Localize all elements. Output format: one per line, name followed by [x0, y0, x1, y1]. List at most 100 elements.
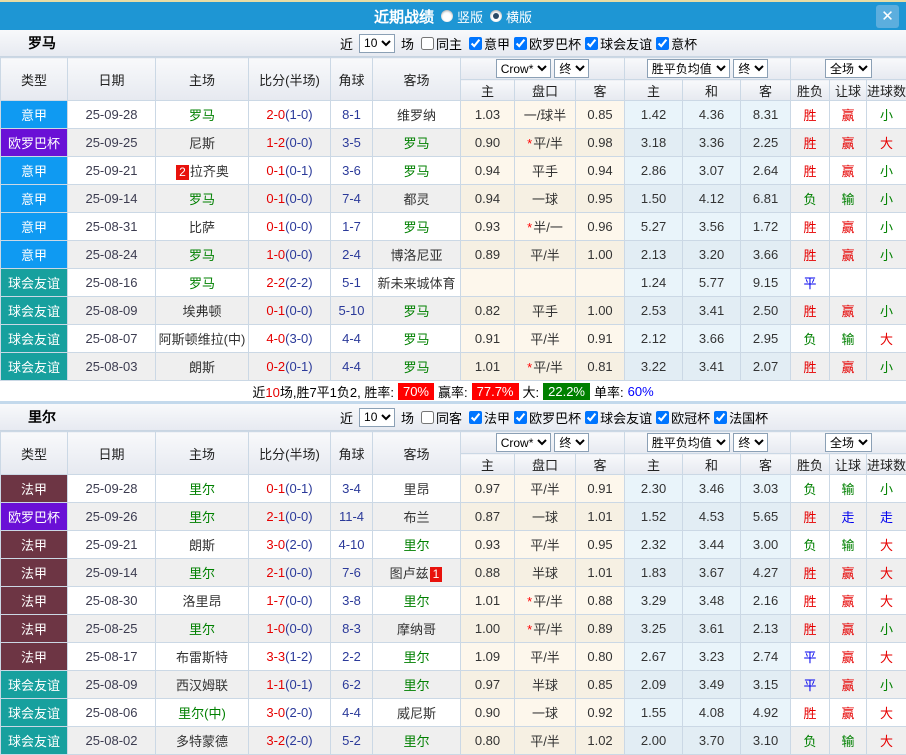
- avg-final-select[interactable]: 终: [733, 433, 768, 452]
- league-filter[interactable]: 法国杯: [710, 408, 768, 427]
- goals-result-cell: 小: [867, 157, 906, 185]
- handicap-cell: *平/半: [515, 129, 576, 157]
- vertical-layout-label[interactable]: 竖版: [457, 7, 483, 26]
- away-team-cell: 罗马: [373, 353, 461, 381]
- avg-final-select[interactable]: 终: [733, 59, 768, 78]
- home-odds-cell: 0.90: [461, 129, 515, 157]
- league-checkbox[interactable]: [514, 37, 527, 50]
- odds-final-select[interactable]: 终: [554, 433, 589, 452]
- league-filter[interactable]: 球会友谊: [581, 408, 652, 427]
- odds-company-select[interactable]: Crow*: [496, 433, 551, 452]
- same-venue-label[interactable]: 同主: [436, 34, 462, 53]
- away-team-cell: 罗马: [373, 157, 461, 185]
- league-filter[interactable]: 球会友谊: [581, 34, 652, 53]
- league-type-cell: 法甲: [1, 531, 68, 559]
- result-cell: 负: [791, 475, 830, 503]
- league-label[interactable]: 球会友谊: [600, 408, 652, 427]
- fullmatch-select[interactable]: 全场: [825, 433, 872, 452]
- halftime-score: (0-0): [285, 593, 312, 608]
- league-label[interactable]: 欧罗巴杯: [529, 34, 581, 53]
- league-checkbox[interactable]: [514, 411, 527, 424]
- match-count-select[interactable]: 10: [359, 408, 395, 427]
- fulltime-score: 1-0: [266, 247, 285, 262]
- league-checkbox[interactable]: [469, 37, 482, 50]
- avg-value-select[interactable]: 胜平负均值: [647, 59, 730, 78]
- home-team-cell: 阿斯顿维拉(中): [156, 325, 249, 353]
- league-label[interactable]: 法甲: [484, 408, 510, 427]
- league-label[interactable]: 法国杯: [729, 408, 768, 427]
- red-number-badge: 1: [430, 567, 443, 582]
- fulltime-score: 2-1: [266, 509, 285, 524]
- radio-checked-icon[interactable]: [490, 10, 502, 22]
- league-filter[interactable]: 欧冠杯: [652, 408, 710, 427]
- same-venue-checkbox[interactable]: [421, 37, 434, 50]
- odds-company-select[interactable]: Crow*: [496, 59, 551, 78]
- score-cell: 3-3(1-2): [249, 643, 331, 671]
- same-venue-filter[interactable]: 同主: [417, 34, 462, 53]
- league-label[interactable]: 球会友谊: [600, 34, 652, 53]
- score-cell: 0-1(0-0): [249, 185, 331, 213]
- league-filter[interactable]: 法甲: [465, 408, 510, 427]
- date-cell: 25-08-24: [68, 241, 156, 269]
- league-filter[interactable]: 欧罗巴杯: [510, 408, 581, 427]
- avg-value-select[interactable]: 胜平负均值: [647, 433, 730, 452]
- league-type-cell: 法甲: [1, 587, 68, 615]
- games-label: 场: [401, 34, 414, 53]
- league-checkbox[interactable]: [585, 411, 598, 424]
- layout-option-vertical[interactable]: 竖版: [441, 7, 483, 26]
- close-icon[interactable]: ✕: [876, 5, 899, 28]
- league-checkbox[interactable]: [469, 411, 482, 424]
- home-team-cell: 罗马: [156, 241, 249, 269]
- home-team-cell: 罗马: [156, 185, 249, 213]
- league-label[interactable]: 欧冠杯: [671, 408, 710, 427]
- league-checkbox[interactable]: [714, 411, 727, 424]
- same-venue-label[interactable]: 同客: [436, 408, 462, 427]
- radio-unchecked-icon[interactable]: [441, 10, 453, 22]
- league-filter[interactable]: 意甲: [465, 34, 510, 53]
- score-cell: 1-0(0-0): [249, 615, 331, 643]
- team-name: 罗马: [0, 33, 340, 53]
- fulltime-score: 3-3: [266, 649, 285, 664]
- away-team-name: 博洛尼亚: [390, 248, 442, 263]
- horizontal-layout-label[interactable]: 横版: [506, 7, 532, 26]
- win-rate-badge: 70%: [398, 383, 434, 400]
- away-team-name: 里尔: [403, 678, 429, 693]
- layout-option-horizontal[interactable]: 横版: [490, 7, 532, 26]
- corner-cell: 3-8: [331, 587, 373, 615]
- league-checkbox[interactable]: [656, 411, 669, 424]
- same-venue-checkbox[interactable]: [421, 411, 434, 424]
- league-checkbox[interactable]: [656, 37, 669, 50]
- league-checkbox[interactable]: [585, 37, 598, 50]
- avg-draw-cell: 3.67: [683, 559, 741, 587]
- home-team-name: 罗马: [189, 192, 215, 207]
- away-odds-cell: 0.80: [576, 643, 625, 671]
- away-odds-cell: 1.00: [576, 241, 625, 269]
- away-odds-cell: 0.95: [576, 185, 625, 213]
- avg-home-cell: 1.55: [625, 699, 683, 727]
- league-label[interactable]: 欧罗巴杯: [529, 408, 581, 427]
- avg-away-cell: 4.27: [741, 559, 791, 587]
- col-header-home: 主场: [156, 58, 249, 101]
- avg-draw-cell: 3.44: [683, 531, 741, 559]
- match-count-select[interactable]: 10: [359, 34, 395, 53]
- away-team-name: 里昂: [403, 482, 429, 497]
- odds-final-select[interactable]: 终: [554, 59, 589, 78]
- score-cell: 2-1(0-0): [249, 559, 331, 587]
- league-filter[interactable]: 意杯: [652, 34, 697, 53]
- league-filter[interactable]: 欧罗巴杯: [510, 34, 581, 53]
- home-odds-cell: 0.93: [461, 213, 515, 241]
- avg-home-cell: 1.83: [625, 559, 683, 587]
- team-summary-row: 近10场,胜7平1负2, 胜率: 70% 赢率: 77.7% 大: 22.2% …: [0, 381, 906, 401]
- league-label[interactable]: 意杯: [671, 34, 697, 53]
- avg-draw-cell: 4.12: [683, 185, 741, 213]
- handicap-cell: [515, 269, 576, 297]
- fullmatch-select[interactable]: 全场: [825, 59, 872, 78]
- same-venue-filter[interactable]: 同客: [417, 408, 462, 427]
- col-header-date: 日期: [68, 58, 156, 101]
- league-label[interactable]: 意甲: [484, 34, 510, 53]
- home-odds-cell: 0.94: [461, 185, 515, 213]
- corner-cell: 2-4: [331, 241, 373, 269]
- away-team-name: 都灵: [403, 192, 429, 207]
- corner-cell: 6-2: [331, 671, 373, 699]
- avg-home-cell: 2.13: [625, 241, 683, 269]
